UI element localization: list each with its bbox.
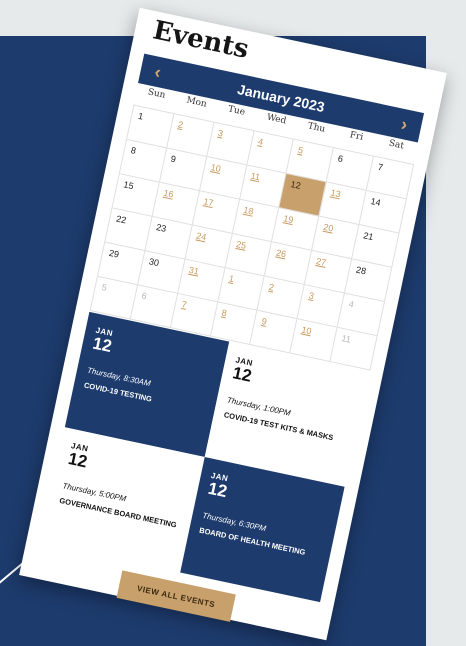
prev-month-icon[interactable]: ‹ (153, 61, 163, 83)
next-month-icon[interactable]: › (399, 113, 409, 135)
